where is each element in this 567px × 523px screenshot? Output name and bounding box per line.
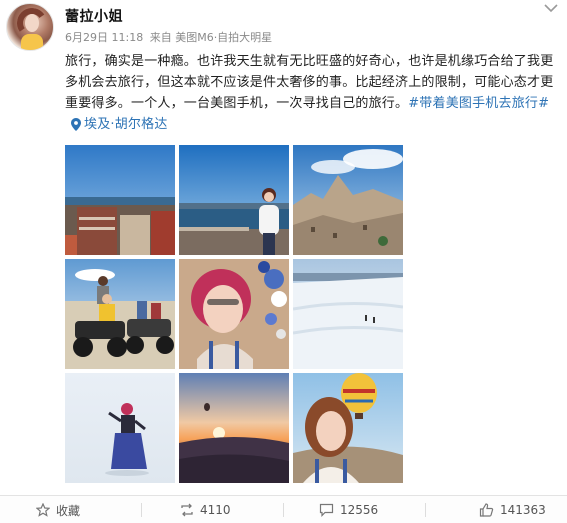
username[interactable]: 蕾拉小姐 bbox=[65, 6, 123, 26]
like-button[interactable]: 141363 bbox=[479, 496, 546, 523]
photo-grid bbox=[65, 145, 403, 485]
weibo-post: 蕾拉小姐 6月29日 11:18 来自 美图M6·自拍大明星 旅行，确实是一种瘾… bbox=[0, 0, 567, 523]
location-label: 埃及·胡尔格达 bbox=[84, 117, 168, 132]
repost-icon bbox=[181, 503, 193, 517]
post-source[interactable]: 来自 美图M6·自拍大明星 bbox=[150, 31, 272, 44]
like-count: 141363 bbox=[500, 503, 546, 517]
star-icon bbox=[36, 503, 50, 517]
photo-7[interactable] bbox=[65, 373, 175, 483]
action-bar: 收藏 4110 12556 141363 bbox=[0, 495, 567, 523]
post-content: 旅行，确实是一种瘾。也许我天生就有无比旺盛的好奇心，也许是机缘巧合给了我更多机会… bbox=[65, 51, 559, 138]
repost-button[interactable]: 4110 bbox=[180, 496, 231, 523]
post-meta: 6月29日 11:18 来自 美图M6·自拍大明星 bbox=[65, 29, 272, 45]
photo-2[interactable] bbox=[179, 145, 289, 255]
comment-button[interactable]: 12556 bbox=[319, 496, 378, 523]
favorite-label: 收藏 bbox=[56, 503, 81, 518]
avatar[interactable] bbox=[6, 3, 54, 51]
comment-icon bbox=[319, 503, 334, 517]
comment-count: 12556 bbox=[340, 503, 379, 517]
location-link[interactable]: 埃及·胡尔格达 bbox=[71, 114, 168, 135]
favorite-button[interactable]: 收藏 bbox=[36, 496, 80, 523]
photo-5[interactable] bbox=[179, 259, 289, 369]
photo-4[interactable] bbox=[65, 259, 175, 369]
thumbs-up-icon bbox=[479, 503, 494, 517]
photo-8[interactable] bbox=[179, 373, 289, 483]
post-menu-button[interactable] bbox=[543, 2, 559, 14]
photo-1[interactable] bbox=[65, 145, 175, 255]
repost-count: 4110 bbox=[200, 503, 231, 517]
photo-6[interactable] bbox=[293, 259, 403, 369]
post-timestamp[interactable]: 6月29日 11:18 bbox=[65, 31, 143, 44]
chevron-down-icon bbox=[544, 4, 558, 13]
photo-9[interactable] bbox=[293, 373, 403, 483]
hashtag-link[interactable]: #带着美图手机去旅行# bbox=[408, 96, 549, 111]
photo-3[interactable] bbox=[293, 145, 403, 255]
location-pin-icon bbox=[71, 118, 81, 131]
